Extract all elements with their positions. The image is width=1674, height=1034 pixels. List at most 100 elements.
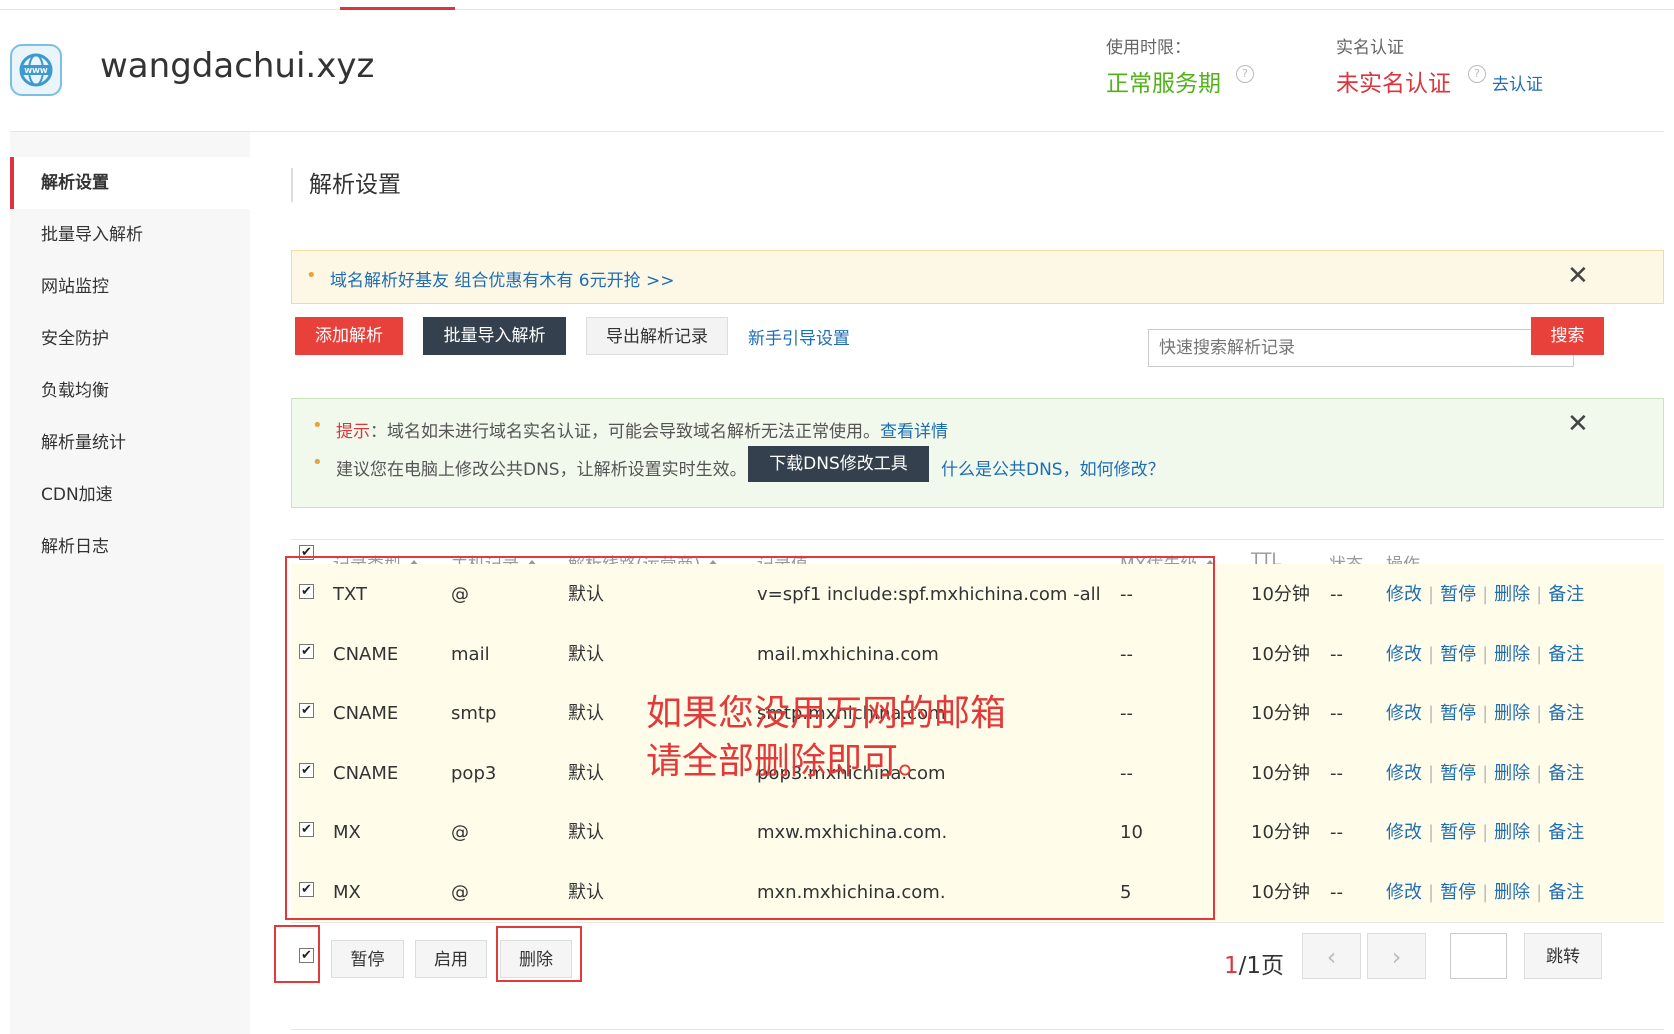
view-details-link[interactable]: 查看详情 bbox=[880, 422, 948, 442]
edit-link[interactable]: 修改 bbox=[1386, 703, 1422, 724]
row-actions: 修改 | 暂停 | 删除 | 备注 bbox=[1386, 683, 1584, 744]
edit-link[interactable]: 修改 bbox=[1386, 763, 1422, 784]
cell-ttl: 10分钟 bbox=[1251, 762, 1310, 784]
pause-link[interactable]: 暂停 bbox=[1440, 703, 1476, 724]
row-actions: 修改 | 暂停 | 删除 | 备注 bbox=[1386, 624, 1584, 685]
pause-link[interactable]: 暂停 bbox=[1440, 882, 1476, 903]
search-input[interactable] bbox=[1148, 329, 1574, 367]
annotation-line-1: 如果您没用万网的邮箱 bbox=[646, 693, 1007, 734]
delete-link[interactable]: 删除 bbox=[1494, 763, 1530, 784]
cell-status: -- bbox=[1330, 584, 1343, 605]
delete-link[interactable]: 删除 bbox=[1494, 822, 1530, 843]
action-separator: | bbox=[1482, 822, 1489, 843]
beginner-guide-link[interactable]: 新手引导设置 bbox=[748, 324, 850, 349]
cell-status: -- bbox=[1330, 822, 1343, 843]
prev-page-button[interactable]: ‹ bbox=[1302, 933, 1361, 979]
delete-link[interactable]: 删除 bbox=[1494, 703, 1530, 724]
go-verify-link[interactable]: 去认证 bbox=[1492, 70, 1543, 95]
promo-banner: • 域名解析好基友 组合优惠有木有 6元开抢 >> ✕ bbox=[291, 250, 1664, 304]
export-records-button[interactable]: 导出解析记录 bbox=[586, 317, 728, 355]
cell-status: -- bbox=[1330, 703, 1343, 724]
edit-link[interactable]: 修改 bbox=[1386, 822, 1422, 843]
sidebar-item-dns-settings[interactable]: 解析设置 bbox=[10, 157, 250, 209]
remark-link[interactable]: 备注 bbox=[1548, 644, 1584, 665]
table-top-divider bbox=[291, 539, 1664, 540]
bulk-enable-button[interactable]: 启用 bbox=[415, 940, 487, 978]
www-logo-icon: WWW bbox=[10, 44, 62, 96]
bullet-icon: • bbox=[312, 452, 323, 473]
sidebar-item-stats[interactable]: 解析量统计 bbox=[10, 417, 250, 469]
action-separator: | bbox=[1428, 881, 1435, 903]
pause-link[interactable]: 暂停 bbox=[1440, 822, 1476, 843]
close-icon[interactable]: ✕ bbox=[1567, 261, 1589, 291]
batch-import-button[interactable]: 批量导入解析 bbox=[423, 317, 566, 355]
add-record-button[interactable]: 添加解析 bbox=[295, 317, 403, 355]
action-separator: | bbox=[1428, 584, 1435, 605]
pause-link[interactable]: 暂停 bbox=[1440, 584, 1476, 605]
action-separator: | bbox=[1482, 703, 1489, 724]
sidebar-item-logs[interactable]: 解析日志 bbox=[10, 521, 250, 573]
edit-link[interactable]: 修改 bbox=[1386, 644, 1422, 665]
action-separator: | bbox=[1482, 881, 1489, 903]
bulk-pause-button[interactable]: 暂停 bbox=[331, 940, 404, 978]
current-page: 1 bbox=[1224, 953, 1239, 979]
remark-link[interactable]: 备注 bbox=[1548, 584, 1584, 605]
remark-link[interactable]: 备注 bbox=[1548, 822, 1584, 843]
svg-text:WWW: WWW bbox=[24, 67, 47, 75]
action-separator: | bbox=[1482, 643, 1489, 665]
bulk-select-checkbox[interactable]: ✔ bbox=[299, 948, 314, 963]
realname-help-icon[interactable]: ? bbox=[1468, 65, 1486, 83]
row-actions: 修改 | 暂停 | 删除 | 备注 bbox=[1386, 862, 1584, 923]
pause-link[interactable]: 暂停 bbox=[1440, 644, 1476, 665]
cell-ttl: 10分钟 bbox=[1251, 584, 1310, 605]
tip-label: 提示 bbox=[336, 422, 370, 442]
action-separator: | bbox=[1428, 703, 1435, 724]
dns-text: 建议您在电脑上修改公共DNS，让解析设置实时生效。 bbox=[336, 460, 747, 480]
close-icon[interactable]: ✕ bbox=[1567, 409, 1589, 439]
bulk-delete-button[interactable]: 删除 bbox=[500, 940, 572, 978]
action-separator: | bbox=[1536, 881, 1543, 903]
download-dns-tool-button[interactable]: 下载DNS修改工具 bbox=[748, 446, 929, 482]
public-dns-help-link[interactable]: 什么是公共DNS，如何修改？ bbox=[941, 455, 1165, 480]
search-button[interactable]: 搜索 bbox=[1531, 317, 1604, 355]
top-divider bbox=[0, 9, 1674, 10]
pause-link[interactable]: 暂停 bbox=[1440, 763, 1476, 784]
cell-ttl: 10分钟 bbox=[1251, 822, 1310, 843]
action-separator: | bbox=[1536, 822, 1543, 843]
action-separator: | bbox=[1482, 762, 1489, 784]
jump-button[interactable]: 跳转 bbox=[1524, 933, 1602, 979]
realname-label: 实名认证 bbox=[1336, 38, 1404, 58]
row-actions: 修改 | 暂停 | 删除 | 备注 bbox=[1386, 564, 1584, 625]
delete-link[interactable]: 删除 bbox=[1494, 584, 1530, 605]
sidebar-item-batch-import[interactable]: 批量导入解析 bbox=[10, 209, 250, 261]
top-active-tab-indicator bbox=[340, 7, 455, 10]
sidebar-item-load-balance[interactable]: 负载均衡 bbox=[10, 365, 250, 417]
usage-help-icon[interactable]: ? bbox=[1236, 65, 1254, 83]
cell-ttl: 10分钟 bbox=[1251, 881, 1310, 903]
edit-link[interactable]: 修改 bbox=[1386, 584, 1422, 605]
bottom-divider bbox=[291, 1029, 1664, 1030]
remark-link[interactable]: 备注 bbox=[1548, 882, 1584, 903]
edit-link[interactable]: 修改 bbox=[1386, 882, 1422, 903]
realname-value: 未实名认证 bbox=[1336, 71, 1451, 97]
remark-link[interactable]: 备注 bbox=[1548, 703, 1584, 724]
usage-label: 使用时限： bbox=[1106, 38, 1191, 58]
remark-link[interactable]: 备注 bbox=[1548, 763, 1584, 784]
sidebar-item-site-monitor[interactable]: 网站监控 bbox=[10, 261, 250, 313]
delete-link[interactable]: 删除 bbox=[1494, 644, 1530, 665]
annotation-text: 如果您没用万网的邮箱 请全部删除即可。 bbox=[646, 690, 1006, 786]
cell-status: -- bbox=[1330, 881, 1343, 903]
header-divider bbox=[10, 131, 1664, 132]
sidebar-item-cdn[interactable]: CDN加速 bbox=[10, 469, 250, 521]
delete-link[interactable]: 删除 bbox=[1494, 882, 1530, 903]
annotation-line-2: 请全部删除即可。 bbox=[646, 741, 935, 782]
page-title: 解析设置 bbox=[291, 168, 401, 202]
row-actions: 修改 | 暂停 | 删除 | 备注 bbox=[1386, 802, 1584, 863]
sidebar-item-security[interactable]: 安全防护 bbox=[10, 313, 250, 365]
promo-link[interactable]: 域名解析好基友 组合优惠有木有 6元开抢 >> bbox=[330, 266, 675, 291]
action-separator: | bbox=[1428, 822, 1435, 843]
row-actions: 修改 | 暂停 | 删除 | 备注 bbox=[1386, 743, 1584, 804]
page-number-input[interactable] bbox=[1450, 933, 1507, 979]
next-page-button[interactable]: › bbox=[1367, 933, 1426, 979]
action-separator: | bbox=[1428, 762, 1435, 784]
